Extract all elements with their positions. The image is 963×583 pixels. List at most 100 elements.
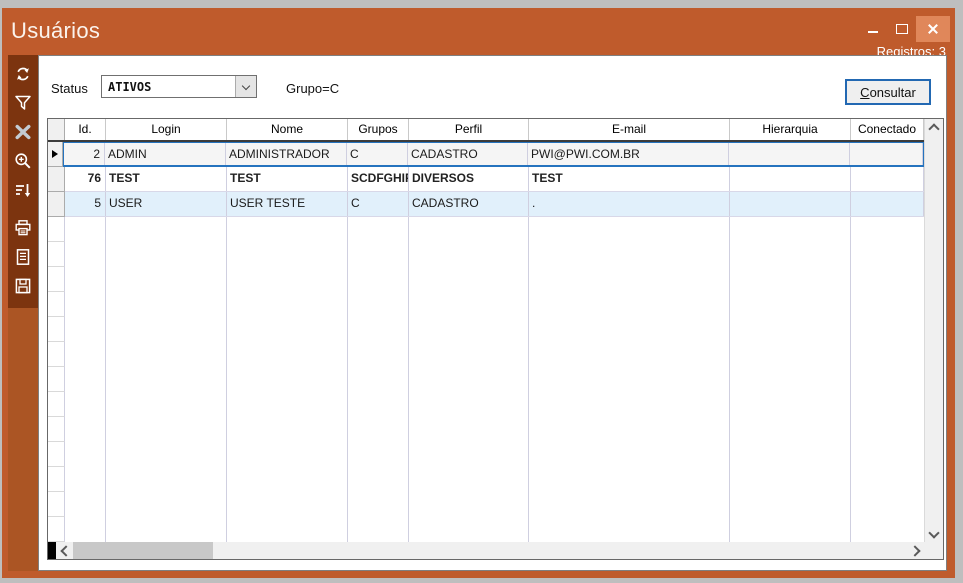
grid-cell-grupos[interactable]: C (348, 192, 409, 216)
grid-cell-conectado[interactable] (850, 143, 923, 165)
empty-row-selector (48, 417, 65, 442)
status-label: Status (51, 81, 88, 96)
grid-cell-grupos[interactable]: SCDFGHIP (348, 167, 409, 191)
grid-cell-perfil[interactable]: CADASTRO (408, 143, 528, 165)
row-selector[interactable] (48, 192, 65, 217)
empty-row-selector (48, 492, 65, 517)
column-header-conectado[interactable]: Conectado (851, 119, 924, 140)
grid-cell-perfil[interactable]: CADASTRO (409, 192, 529, 216)
toolbar-separator (8, 204, 38, 213)
window-controls (858, 17, 950, 42)
grid-cell-login[interactable]: TEST (106, 167, 227, 191)
close-button[interactable] (916, 16, 950, 42)
status-dropdown[interactable]: ATIVOS (101, 75, 257, 98)
table-row[interactable]: 5USERUSER TESTECCADASTRO. (48, 192, 924, 217)
app-window: Usuários Registros: 3 (2, 8, 955, 578)
desktop-background: Usuários Registros: 3 (0, 0, 963, 583)
refresh-button[interactable] (8, 59, 38, 88)
save-icon (13, 276, 33, 296)
maximize-button[interactable] (887, 17, 916, 41)
column-header-hierarquia[interactable]: Hierarquia (730, 119, 851, 140)
grid-cell-hierarquia[interactable] (730, 167, 851, 191)
sort-button[interactable] (8, 175, 38, 204)
grid-cell-conectado[interactable] (851, 192, 924, 216)
zoom-button[interactable] (8, 146, 38, 175)
row-selector[interactable] (48, 142, 63, 167)
grid-cell-hierarquia[interactable] (729, 143, 850, 165)
column-header-email[interactable]: E-mail (529, 119, 730, 140)
save-button[interactable] (8, 271, 38, 300)
refresh-icon (13, 64, 33, 84)
grid-cell-perfil[interactable]: DIVERSOS (409, 167, 529, 191)
grid-cell-nome[interactable]: USER TESTE (227, 192, 348, 216)
horizontal-scrollbar[interactable] (48, 542, 924, 559)
empty-row-selector (48, 467, 65, 492)
column-header-grupos[interactable]: Grupos (348, 119, 409, 140)
content-panel: Status ATIVOS Grupo=C Consultar Id.Login… (38, 55, 947, 571)
titlebar[interactable]: Usuários Registros: 3 (2, 8, 955, 55)
horizontal-scroll-thumb[interactable] (73, 542, 213, 559)
grid-cell-email[interactable]: . (529, 192, 730, 216)
empty-row-selector (48, 392, 65, 417)
grid-header: Id.LoginNomeGruposPerfilE-mailHierarquia… (48, 119, 924, 142)
empty-row-selector (48, 267, 65, 292)
chevron-right-icon (909, 545, 920, 556)
toolbar (8, 55, 38, 308)
column-header-nome[interactable]: Nome (227, 119, 348, 140)
row-selector-header (48, 119, 65, 140)
grid-cell-conectado[interactable] (851, 167, 924, 191)
toolbar-strip (8, 55, 38, 571)
grid-cell-nome[interactable]: TEST (227, 167, 348, 191)
filter-icon (13, 93, 33, 113)
chevron-down-icon (928, 527, 939, 538)
report-button[interactable] (8, 242, 38, 271)
grid-cell-login[interactable]: USER (106, 192, 227, 216)
status-dropdown-value: ATIVOS (102, 80, 235, 94)
grid-cell-login[interactable]: ADMIN (105, 143, 226, 165)
scroll-down-button[interactable] (925, 525, 942, 542)
chevron-down-icon (242, 81, 250, 89)
grid-splitter[interactable] (48, 542, 56, 559)
grid-cell-id[interactable]: 2 (64, 143, 105, 165)
scrollbar-corner (924, 542, 943, 559)
scroll-right-button[interactable] (907, 542, 924, 559)
grid-cell-email[interactable]: TEST (529, 167, 730, 191)
chevron-left-icon (60, 545, 71, 556)
current-row-arrow-icon (52, 150, 58, 158)
scroll-up-button[interactable] (925, 119, 942, 136)
table-row[interactable]: 2ADMINADMINISTRADORCCADASTROPWI@PWI.COM.… (48, 142, 924, 167)
grid-cell-id[interactable]: 76 (65, 167, 106, 191)
clear-filter-button[interactable] (8, 117, 38, 146)
consult-button[interactable]: Consultar (845, 79, 931, 105)
vertical-scrollbar[interactable] (924, 119, 943, 542)
grid-cell-email[interactable]: PWI@PWI.COM.BR (528, 143, 729, 165)
group-filter-label: Grupo=C (286, 81, 339, 96)
grid-cell-nome[interactable]: ADMINISTRADOR (226, 143, 347, 165)
grid-cell-id[interactable]: 5 (65, 192, 106, 216)
report-icon (13, 247, 33, 267)
row-selector[interactable] (48, 167, 65, 192)
column-header-login[interactable]: Login (106, 119, 227, 140)
empty-row-selector (48, 342, 65, 367)
empty-row-selector (48, 242, 65, 267)
empty-row-selector (48, 367, 65, 392)
table-row[interactable]: 76TESTTESTSCDFGHIPDIVERSOSTEST (48, 167, 924, 192)
column-header-id[interactable]: Id. (65, 119, 106, 140)
grid-cell-hierarquia[interactable] (730, 192, 851, 216)
column-header-perfil[interactable]: Perfil (409, 119, 529, 140)
zoom-icon (13, 151, 33, 171)
status-dropdown-button[interactable] (235, 76, 256, 97)
filter-button[interactable] (8, 88, 38, 117)
print-button[interactable] (8, 213, 38, 242)
sort-icon (13, 180, 33, 200)
print-icon (13, 218, 33, 238)
scroll-left-button[interactable] (56, 542, 73, 559)
window-title: Usuários (11, 18, 100, 44)
grid-cell-grupos[interactable]: C (347, 143, 408, 165)
empty-row-selector (48, 442, 65, 467)
clear-filter-icon (13, 122, 33, 142)
maximize-icon (896, 24, 908, 34)
empty-row-selector (48, 517, 65, 542)
minimize-button[interactable] (858, 17, 887, 41)
empty-row-selector (48, 217, 65, 242)
